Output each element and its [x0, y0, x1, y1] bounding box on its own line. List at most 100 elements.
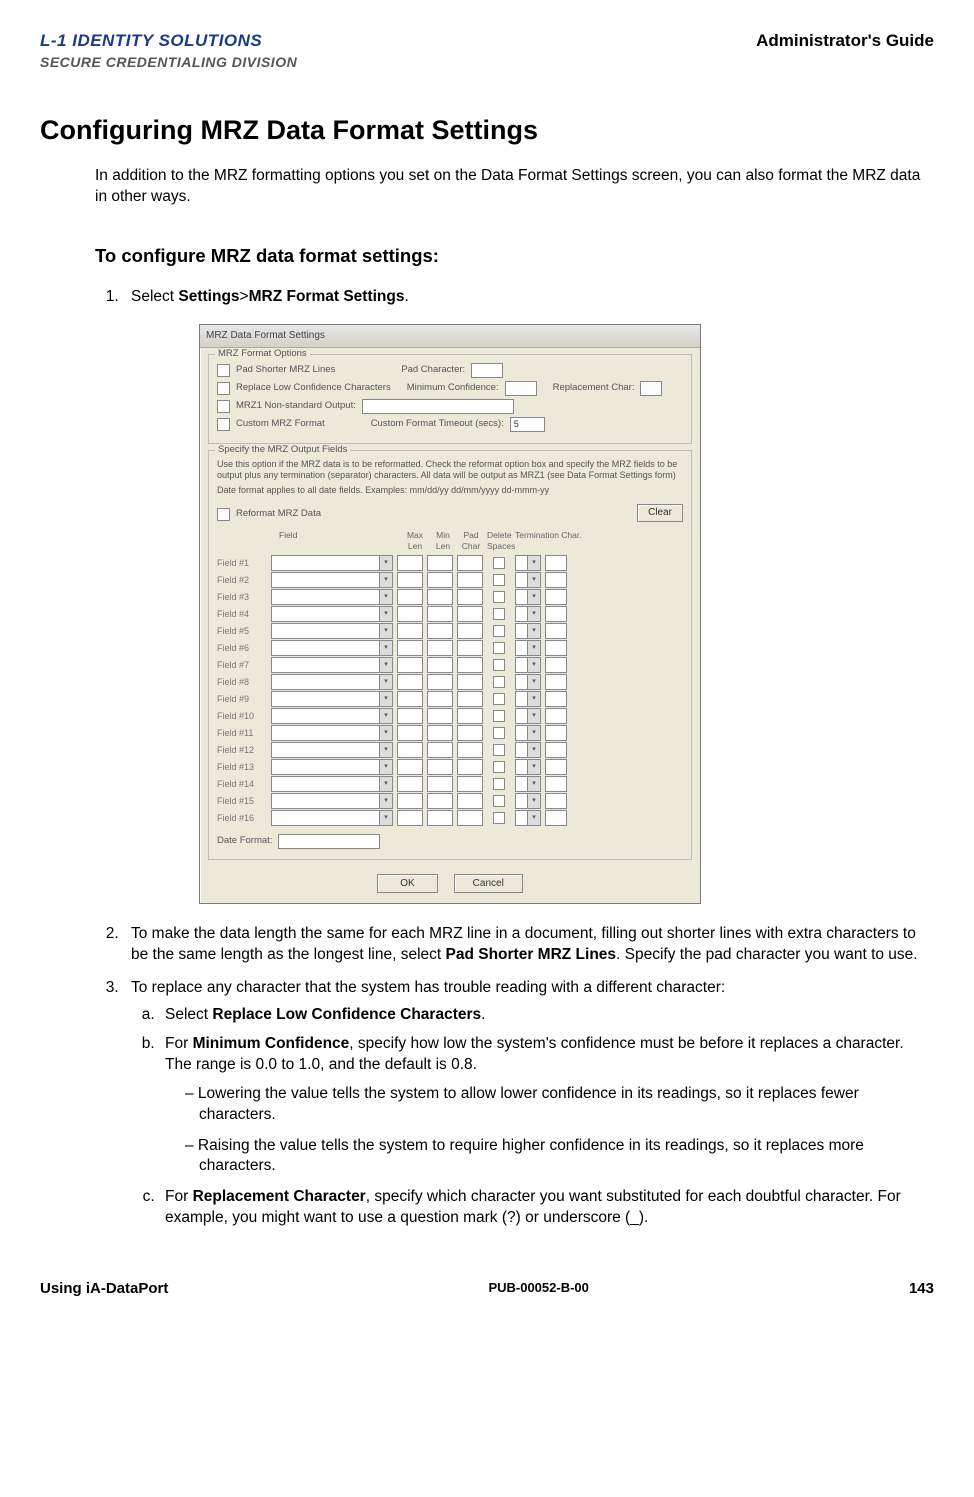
pad-char-input[interactable] — [457, 640, 483, 656]
field-combo[interactable]: ▾ — [271, 759, 393, 775]
min-len-input[interactable] — [427, 555, 453, 571]
cancel-button[interactable]: Cancel — [454, 874, 523, 894]
delete-spaces-checkbox[interactable] — [493, 659, 505, 671]
min-len-input[interactable] — [427, 708, 453, 724]
ok-button[interactable]: OK — [377, 874, 437, 894]
term-combo[interactable]: ▾ — [515, 674, 541, 690]
min-len-input[interactable] — [427, 589, 453, 605]
delete-spaces-checkbox[interactable] — [493, 676, 505, 688]
term-combo[interactable]: ▾ — [515, 725, 541, 741]
min-len-input[interactable] — [427, 623, 453, 639]
delete-spaces-checkbox[interactable] — [493, 693, 505, 705]
field-combo[interactable]: ▾ — [271, 793, 393, 809]
term-combo[interactable]: ▾ — [515, 691, 541, 707]
max-len-input[interactable] — [397, 742, 423, 758]
max-len-input[interactable] — [397, 606, 423, 622]
max-len-input[interactable] — [397, 640, 423, 656]
max-len-input[interactable] — [397, 691, 423, 707]
term-combo[interactable]: ▾ — [515, 742, 541, 758]
term-combo[interactable]: ▾ — [515, 657, 541, 673]
checkbox-pad-shorter[interactable] — [217, 364, 230, 377]
term-char-input[interactable] — [545, 725, 567, 741]
pad-char-input[interactable] — [457, 742, 483, 758]
delete-spaces-checkbox[interactable] — [493, 761, 505, 773]
min-len-input[interactable] — [427, 674, 453, 690]
term-char-input[interactable] — [545, 606, 567, 622]
max-len-input[interactable] — [397, 555, 423, 571]
term-char-input[interactable] — [545, 589, 567, 605]
delete-spaces-checkbox[interactable] — [493, 795, 505, 807]
delete-spaces-checkbox[interactable] — [493, 727, 505, 739]
term-combo[interactable]: ▾ — [515, 708, 541, 724]
pad-char-input[interactable] — [457, 810, 483, 826]
pad-char-input[interactable] — [457, 555, 483, 571]
delete-spaces-checkbox[interactable] — [493, 812, 505, 824]
term-combo[interactable]: ▾ — [515, 793, 541, 809]
term-combo[interactable]: ▾ — [515, 589, 541, 605]
field-combo[interactable]: ▾ — [271, 572, 393, 588]
term-char-input[interactable] — [545, 640, 567, 656]
min-len-input[interactable] — [427, 759, 453, 775]
max-len-input[interactable] — [397, 589, 423, 605]
max-len-input[interactable] — [397, 572, 423, 588]
field-combo[interactable]: ▾ — [271, 776, 393, 792]
delete-spaces-checkbox[interactable] — [493, 778, 505, 790]
pad-char-input[interactable] — [457, 657, 483, 673]
delete-spaces-checkbox[interactable] — [493, 557, 505, 569]
pad-char-input[interactable] — [457, 708, 483, 724]
checkbox-nonstd[interactable] — [217, 400, 230, 413]
pad-char-input[interactable] — [457, 572, 483, 588]
delete-spaces-checkbox[interactable] — [493, 591, 505, 603]
field-combo[interactable]: ▾ — [271, 606, 393, 622]
max-len-input[interactable] — [397, 793, 423, 809]
input-pad-char[interactable] — [471, 363, 503, 378]
max-len-input[interactable] — [397, 776, 423, 792]
min-len-input[interactable] — [427, 640, 453, 656]
max-len-input[interactable] — [397, 725, 423, 741]
input-min-confidence[interactable] — [505, 381, 537, 396]
input-custom-timeout[interactable]: 5 — [510, 417, 545, 432]
max-len-input[interactable] — [397, 810, 423, 826]
term-char-input[interactable] — [545, 776, 567, 792]
pad-char-input[interactable] — [457, 589, 483, 605]
input-nonstd-output[interactable] — [362, 399, 514, 414]
delete-spaces-checkbox[interactable] — [493, 710, 505, 722]
term-char-input[interactable] — [545, 555, 567, 571]
min-len-input[interactable] — [427, 742, 453, 758]
pad-char-input[interactable] — [457, 725, 483, 741]
term-combo[interactable]: ▾ — [515, 555, 541, 571]
min-len-input[interactable] — [427, 793, 453, 809]
max-len-input[interactable] — [397, 759, 423, 775]
field-combo[interactable]: ▾ — [271, 589, 393, 605]
min-len-input[interactable] — [427, 810, 453, 826]
term-char-input[interactable] — [545, 657, 567, 673]
term-combo[interactable]: ▾ — [515, 810, 541, 826]
delete-spaces-checkbox[interactable] — [493, 642, 505, 654]
field-combo[interactable]: ▾ — [271, 691, 393, 707]
field-combo[interactable]: ▾ — [271, 623, 393, 639]
delete-spaces-checkbox[interactable] — [493, 608, 505, 620]
term-char-input[interactable] — [545, 674, 567, 690]
term-combo[interactable]: ▾ — [515, 759, 541, 775]
pad-char-input[interactable] — [457, 691, 483, 707]
term-char-input[interactable] — [545, 623, 567, 639]
min-len-input[interactable] — [427, 776, 453, 792]
pad-char-input[interactable] — [457, 606, 483, 622]
min-len-input[interactable] — [427, 725, 453, 741]
field-combo[interactable]: ▾ — [271, 742, 393, 758]
delete-spaces-checkbox[interactable] — [493, 625, 505, 637]
min-len-input[interactable] — [427, 657, 453, 673]
delete-spaces-checkbox[interactable] — [493, 744, 505, 756]
min-len-input[interactable] — [427, 606, 453, 622]
checkbox-custom-fmt[interactable] — [217, 418, 230, 431]
pad-char-input[interactable] — [457, 623, 483, 639]
delete-spaces-checkbox[interactable] — [493, 574, 505, 586]
field-combo[interactable]: ▾ — [271, 810, 393, 826]
pad-char-input[interactable] — [457, 759, 483, 775]
field-combo[interactable]: ▾ — [271, 674, 393, 690]
term-char-input[interactable] — [545, 793, 567, 809]
field-combo[interactable]: ▾ — [271, 640, 393, 656]
term-combo[interactable]: ▾ — [515, 606, 541, 622]
term-combo[interactable]: ▾ — [515, 640, 541, 656]
pad-char-input[interactable] — [457, 776, 483, 792]
